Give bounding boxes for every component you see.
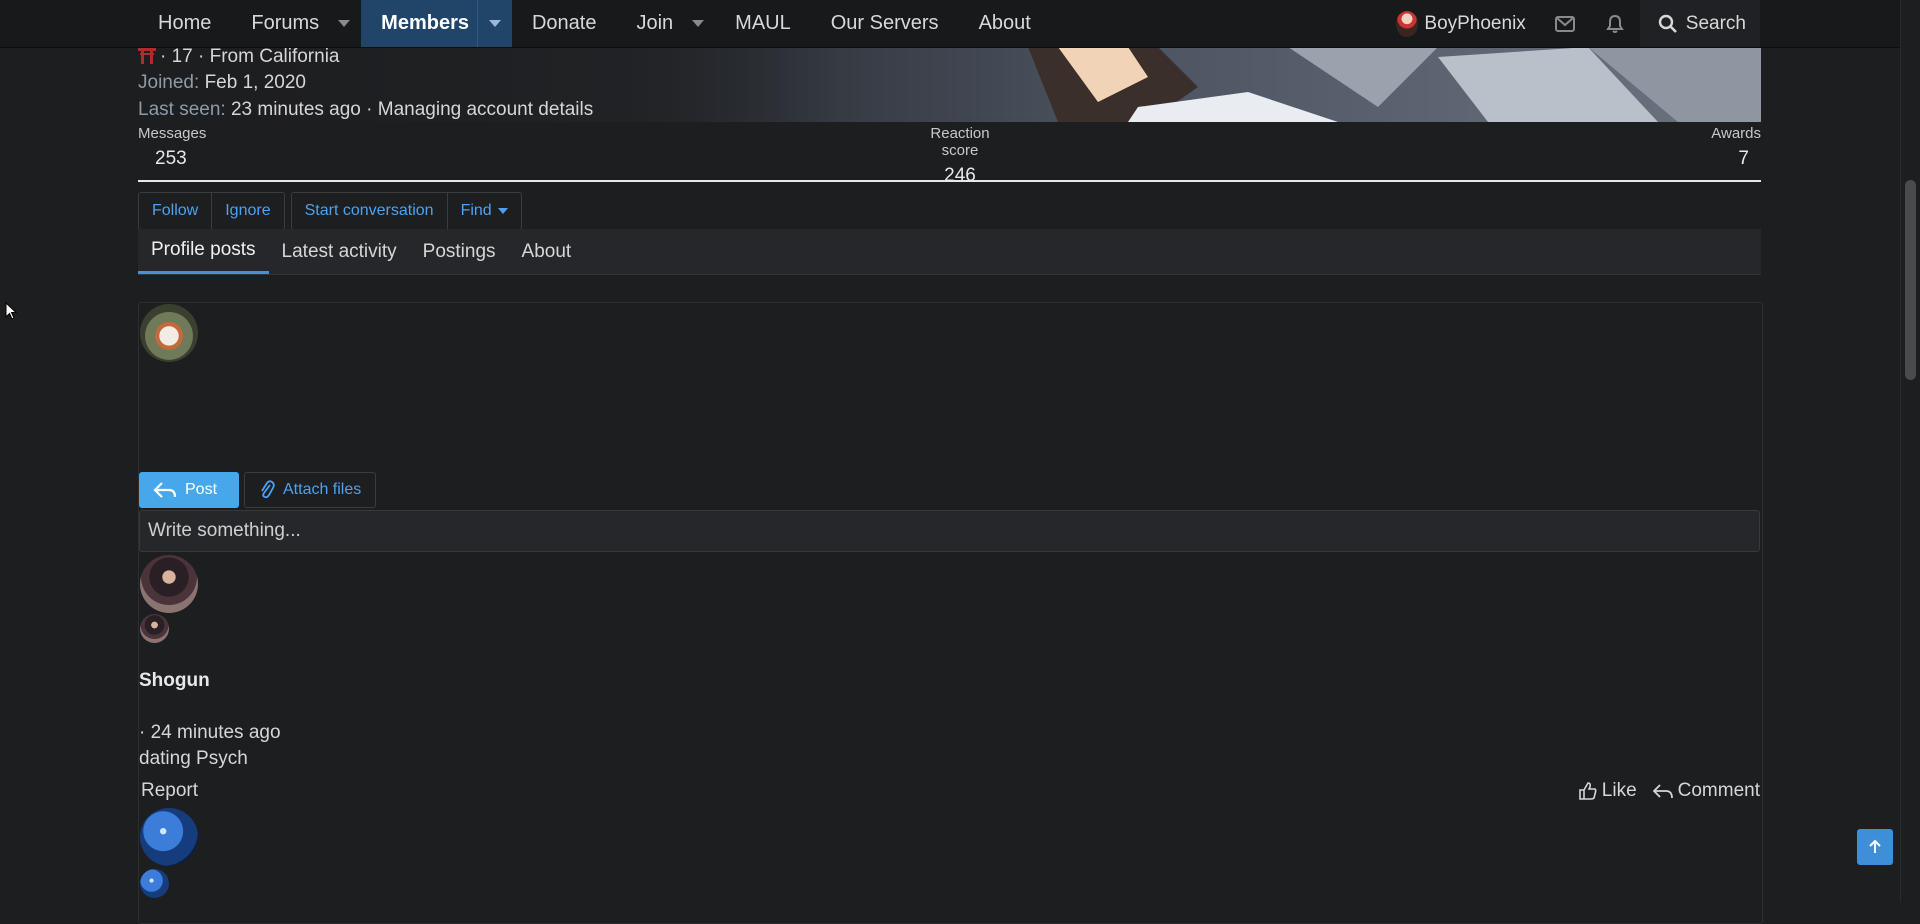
alerts-button[interactable] [1590, 0, 1640, 47]
chevron-down-icon [338, 20, 351, 27]
age-location: · 17 · From California [160, 46, 340, 67]
profile-actions: Follow Ignore Start conversation Find [138, 192, 522, 230]
report-link[interactable]: Report [141, 780, 198, 802]
inbox-button[interactable] [1540, 0, 1590, 47]
top-navbar: Home Forums Members Donate Join MAUL Our… [0, 0, 1900, 48]
scroll-to-top-button[interactable] [1857, 829, 1893, 865]
tab-about[interactable]: About [509, 229, 585, 274]
chevron-down-icon [692, 20, 705, 27]
avatar[interactable] [140, 304, 198, 362]
page-scrollbar[interactable] [1900, 0, 1920, 902]
paperclip-icon [261, 480, 275, 499]
post-author[interactable]: Shogun [139, 670, 210, 692]
profile-posts-block: Post Attach files Write something... Sho… [138, 302, 1763, 924]
caret-down-icon [497, 208, 508, 214]
stat-reaction-score: Reaction score 246 [910, 125, 1010, 187]
nav-forums-group: Forums [231, 0, 361, 47]
tab-profile-posts[interactable]: Profile posts [138, 229, 269, 274]
username: BoyPhoenix [1424, 12, 1526, 34]
nav-members-group: Members [361, 0, 512, 47]
post-message: dating Psych [139, 748, 248, 769]
stat-label: Awards [1711, 125, 1761, 142]
search-icon [1658, 14, 1677, 33]
follow-ignore-group: Follow Ignore [138, 192, 285, 230]
nav-donate[interactable]: Donate [512, 0, 617, 47]
forums-dropdown-toggle[interactable] [327, 0, 361, 47]
nav-join-group: Join [616, 0, 715, 47]
find-label: Find [460, 202, 492, 219]
avatar[interactable] [140, 869, 169, 898]
tab-latest-activity[interactable]: Latest activity [269, 229, 410, 274]
nav-about[interactable]: About [959, 0, 1051, 47]
mouse-cursor-icon [5, 302, 17, 320]
stat-label: Reaction score [930, 125, 990, 159]
like-label: Like [1601, 780, 1637, 801]
nav-our-servers[interactable]: Our Servers [811, 0, 959, 47]
stat-awards: Awards 7 [1711, 125, 1761, 170]
primary-nav: Home Forums Members Donate Join MAUL Our… [138, 0, 1051, 47]
stat-value: 246 [944, 165, 976, 186]
write-something-input[interactable]: Write something... [139, 510, 1760, 552]
find-menu-button[interactable]: Find [448, 193, 521, 229]
nav-members[interactable]: Members [361, 0, 477, 47]
follow-button[interactable]: Follow [139, 193, 213, 229]
avatar [1396, 10, 1419, 37]
start-conversation-button[interactable]: Start conversation [292, 193, 448, 229]
nav-forums[interactable]: Forums [231, 0, 327, 47]
arrow-up-icon [1869, 839, 1881, 853]
nav-home[interactable]: Home [138, 0, 231, 47]
stat-value[interactable]: 7 [1711, 148, 1761, 170]
stat-messages: Messages 253 [138, 125, 206, 170]
like-button[interactable]: Like [1578, 780, 1637, 802]
nav-maul[interactable]: MAUL [715, 0, 811, 47]
post-label: Post [185, 481, 218, 498]
thumbs-up-icon [1578, 782, 1597, 800]
scrollbar-thumb[interactable] [1905, 180, 1916, 380]
last-seen-line: Last seen: 23 minutes ago · Managing acc… [138, 99, 593, 121]
profile-stats: Messages 253 Reaction score 246 Awards 7 [138, 122, 1761, 186]
stat-label: Messages [138, 125, 207, 142]
joined-label: Joined: [138, 72, 200, 93]
chevron-down-icon [488, 20, 501, 27]
post-button[interactable]: Post [139, 472, 239, 508]
bell-icon [1605, 14, 1624, 33]
composer-buttons: Post Attach files [139, 472, 377, 508]
search-button[interactable]: Search [1639, 0, 1760, 47]
post-time[interactable]: · 24 minutes ago [139, 722, 281, 744]
torii-gate-icon [138, 48, 156, 64]
join-dropdown-toggle[interactable] [681, 0, 715, 47]
ignore-button[interactable]: Ignore [212, 193, 283, 229]
envelope-icon [1554, 15, 1575, 32]
profile-tabs: Profile posts Latest activity Postings A… [138, 229, 1761, 275]
last-seen-value: 23 minutes ago · Managing account detail… [230, 99, 594, 120]
joined-line: Joined: Feb 1, 2020 [138, 72, 306, 94]
comment-button[interactable]: Comment [1652, 780, 1760, 802]
members-dropdown-toggle[interactable] [476, 0, 512, 47]
stat-value[interactable]: 253 [138, 148, 206, 170]
avatar[interactable] [140, 808, 198, 866]
attach-files-label: Attach files [283, 481, 362, 498]
avatar[interactable] [140, 555, 198, 613]
last-seen-label: Last seen: [138, 99, 226, 120]
comment-label: Comment [1677, 780, 1760, 801]
avatar[interactable] [140, 614, 169, 643]
conversation-find-group: Start conversation Find [290, 192, 522, 230]
profile-meta: · 17 · From California [138, 46, 340, 68]
reply-icon [153, 482, 177, 498]
user-nav: BoyPhoenix Search [1382, 0, 1760, 47]
search-label: Search [1685, 12, 1746, 34]
reply-icon [1652, 784, 1673, 799]
attach-files-button[interactable]: Attach files [244, 472, 377, 508]
post-actions: Like Comment [1578, 780, 1760, 802]
account-link[interactable]: BoyPhoenix [1382, 0, 1539, 47]
nav-join[interactable]: Join [616, 0, 681, 47]
tab-postings[interactable]: Postings [410, 229, 509, 274]
joined-date: Feb 1, 2020 [204, 72, 306, 93]
